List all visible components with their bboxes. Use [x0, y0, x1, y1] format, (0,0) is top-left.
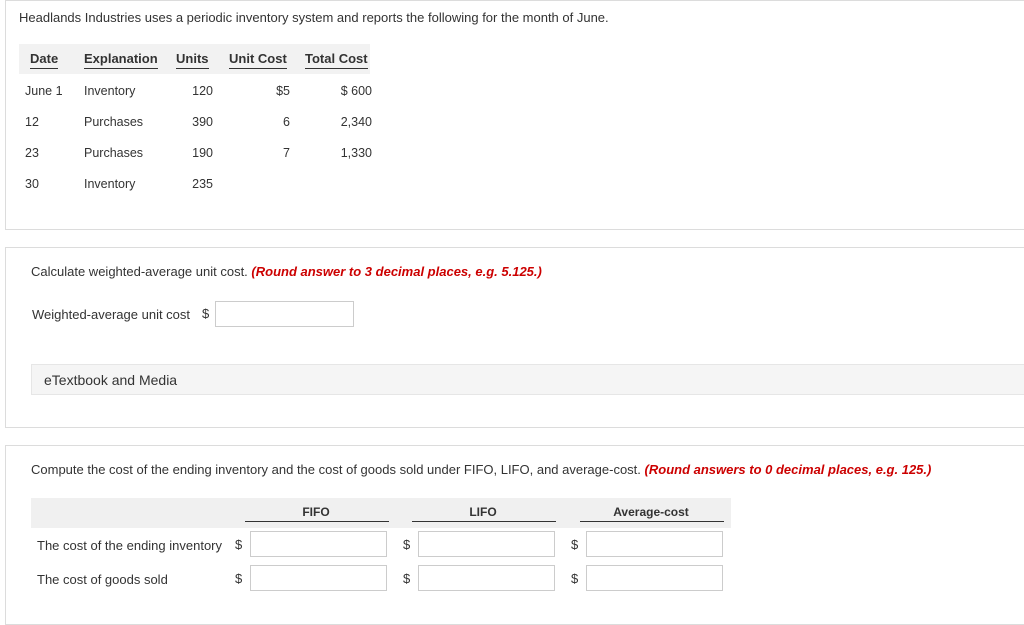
- table-cell-total-cost: $ 600: [340, 84, 372, 98]
- average-cost-ending-inventory-input[interactable]: [586, 531, 723, 557]
- currency-symbol: $: [235, 537, 243, 552]
- part2-question-text: Compute the cost of the ending inventory…: [31, 462, 641, 477]
- part2-panel: Compute the cost of the ending inventory…: [5, 445, 1024, 625]
- table-cell-date: June 1: [25, 84, 63, 98]
- col-underline: [412, 521, 556, 522]
- table-cell-explanation: Inventory: [84, 177, 136, 191]
- currency-symbol: $: [571, 571, 579, 586]
- weighted-average-input[interactable]: [215, 301, 354, 327]
- fifo-ending-inventory-input[interactable]: [250, 531, 387, 557]
- average-cost-cogs-input[interactable]: [586, 565, 723, 591]
- etextbook-media-label[interactable]: eTextbook and Media: [44, 372, 177, 388]
- table-cell-date: 23: [25, 146, 39, 160]
- table-cell-date: 30: [25, 177, 39, 191]
- part2-hint: (Round answers to 0 decimal places, e.g.…: [644, 462, 932, 477]
- currency-symbol: $: [403, 571, 411, 586]
- col-header-average-cost: Average-cost: [613, 505, 689, 519]
- table-cell-explanation: Purchases: [84, 146, 144, 160]
- col-header-explanation: Explanation: [84, 51, 158, 69]
- col-header-fifo: FIFO: [302, 505, 330, 519]
- cost-of-goods-sold-label: The cost of goods sold: [37, 572, 168, 587]
- fifo-cogs-input[interactable]: [250, 565, 387, 591]
- col-header-total-cost: Total Cost: [305, 51, 368, 69]
- col-underline: [580, 521, 724, 522]
- col-header-units: Units: [176, 51, 209, 69]
- table-cell-date: 12: [25, 115, 39, 129]
- ending-inventory-label: The cost of the ending inventory: [37, 538, 223, 553]
- lifo-cogs-input[interactable]: [418, 565, 555, 591]
- currency-symbol: $: [403, 537, 411, 552]
- col-header-date: Date: [30, 51, 59, 69]
- table-cell-units: 190: [192, 146, 213, 160]
- table-cell-unit-cost: 7: [283, 146, 290, 160]
- lifo-ending-inventory-input[interactable]: [418, 531, 555, 557]
- part1-hint: (Round answer to 3 decimal places, e.g. …: [251, 264, 542, 279]
- table-cell-units: 235: [192, 177, 213, 191]
- table-cell-total-cost: 1,330: [340, 146, 372, 160]
- problem-intro: Headlands Industries uses a periodic inv…: [19, 10, 609, 25]
- col-header-lifo: LIFO: [469, 505, 497, 519]
- part2-question: Compute the cost of the ending inventory…: [31, 462, 931, 477]
- table-cell-total-cost: 2,340: [340, 115, 372, 129]
- table-cell-unit-cost: $5: [276, 84, 290, 98]
- problem-panel: Headlands Industries uses a periodic inv…: [5, 0, 1024, 230]
- table-cell-units: 120: [192, 84, 213, 98]
- currency-symbol: $: [202, 306, 210, 321]
- part1-question-text: Calculate weighted-average unit cost.: [31, 264, 248, 279]
- col-header-unit-cost: Unit Cost: [229, 51, 287, 69]
- table-cell-explanation: Inventory: [84, 84, 136, 98]
- part1-question: Calculate weighted-average unit cost. (R…: [31, 264, 542, 279]
- table-cell-unit-cost: 6: [283, 115, 290, 129]
- currency-symbol: $: [235, 571, 243, 586]
- etextbook-media-bar[interactable]: eTextbook and Media: [31, 364, 1024, 395]
- part1-panel: Calculate weighted-average unit cost. (R…: [5, 247, 1024, 428]
- table-cell-explanation: Purchases: [84, 115, 144, 129]
- currency-symbol: $: [571, 537, 579, 552]
- table-cell-units: 390: [192, 115, 213, 129]
- col-underline: [245, 521, 389, 522]
- weighted-average-label: Weighted-average unit cost: [32, 307, 191, 322]
